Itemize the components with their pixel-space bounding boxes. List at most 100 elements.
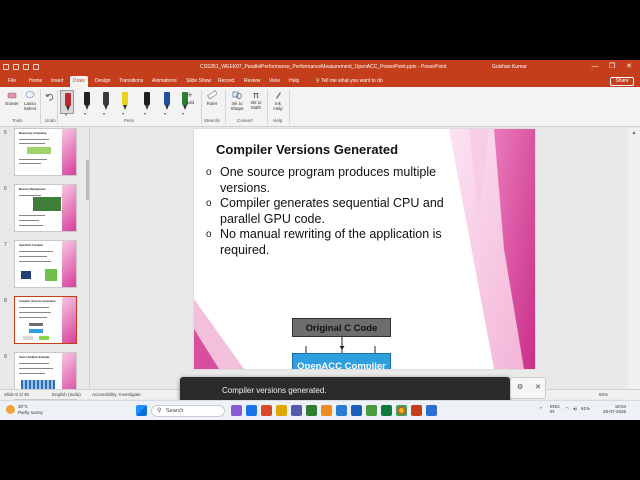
tab-draw[interactable]: Draw	[70, 76, 88, 87]
pen-body	[164, 92, 170, 105]
tab-record[interactable]: Record	[218, 78, 234, 84]
slide-thumbnail[interactable]: OpenACC Compiler	[14, 240, 77, 288]
tray-chevron-icon[interactable]: ^	[540, 406, 542, 411]
tab-review[interactable]: Review	[244, 78, 260, 84]
tab-slide-show[interactable]: Slide Show	[186, 78, 211, 84]
store-icon[interactable]	[306, 405, 317, 416]
ink-to-shape-icon	[232, 91, 242, 99]
pen-dropdown-icon[interactable]: ▾	[84, 111, 86, 116]
pen-dropdown-icon[interactable]: ▾	[65, 112, 67, 117]
group-separator	[289, 90, 290, 124]
tab-insert[interactable]: Insert	[51, 78, 64, 84]
zoom-level[interactable]: 65%	[599, 392, 608, 397]
tab-design[interactable]: Design	[95, 78, 111, 84]
thumbnail-text-line	[19, 373, 45, 375]
thumbnail-figure	[23, 336, 33, 340]
search-icon: ⚲	[157, 408, 162, 414]
toast-close-icon[interactable]: ✕	[535, 383, 541, 391]
ink-to-shape-button[interactable]: Ink to Shape	[228, 90, 246, 111]
slide-scrollbar[interactable]: ▲	[628, 128, 640, 409]
start-button-icon[interactable]	[136, 405, 147, 416]
autosave-icon[interactable]	[3, 64, 9, 70]
tell-me-search[interactable]: ⚲ Tell me what you want to do	[316, 78, 383, 84]
folder-icon[interactable]	[276, 405, 287, 416]
pen-3[interactable]: ▾	[99, 90, 113, 116]
redo-icon[interactable]	[33, 64, 39, 70]
word-icon[interactable]	[351, 405, 362, 416]
save-icon[interactable]	[13, 64, 19, 70]
maps-icon[interactable]	[366, 405, 377, 416]
pen-5[interactable]: ▾	[140, 90, 154, 116]
slide-thumbnail[interactable]: Memory Management	[14, 184, 77, 232]
chrome-icon[interactable]	[396, 405, 407, 416]
slide-thumbnail-selected[interactable]: Compiler Versions Generated	[14, 296, 77, 344]
taskbar-search[interactable]: ⚲ Search	[151, 405, 225, 417]
pen-tip	[104, 105, 108, 110]
minimize-button[interactable]: —	[590, 62, 600, 72]
eraser-button[interactable]: Eraser	[4, 90, 20, 106]
pen-body	[122, 92, 128, 105]
slide-thumbnail[interactable]: Measuring Computing	[14, 128, 77, 176]
close-button[interactable]: ✕	[624, 62, 634, 72]
group-separator	[40, 90, 41, 124]
battery-percent[interactable]: 61%	[581, 406, 590, 411]
thumbnails-scrollbar[interactable]	[86, 130, 89, 408]
language-indicator-taskbar[interactable]: ENG IN	[550, 404, 560, 414]
add-pen-button[interactable]: + Add	[184, 91, 196, 106]
outlook-icon[interactable]	[426, 405, 437, 416]
scroll-up-icon[interactable]: ▲	[628, 130, 640, 136]
pen-dropdown-icon[interactable]: ▾	[164, 111, 166, 116]
undo-icon	[45, 93, 53, 101]
share-button[interactable]: Share	[610, 77, 634, 86]
teams-icon[interactable]	[291, 405, 302, 416]
ink-to-math-button[interactable]: π Ink to Math	[247, 90, 265, 110]
toast-settings-icon[interactable]: ⚙	[517, 383, 523, 391]
tab-home[interactable]: Home	[29, 78, 42, 84]
stencils-group-label: Stencils	[204, 118, 220, 123]
powerpoint-screen: CSS351_WEEK07_ParallelPerformance_Perfor…	[0, 60, 640, 420]
thumbnail-figure	[29, 323, 43, 326]
powerpoint-icon[interactable]	[411, 405, 422, 416]
group-separator	[57, 90, 58, 124]
thumbnail-text-line	[19, 363, 49, 365]
pen-dropdown-icon[interactable]: ▾	[103, 111, 105, 116]
task-view-icon[interactable]	[231, 405, 242, 416]
ruler-button[interactable]: Ruler	[204, 90, 220, 106]
pen-body	[65, 93, 71, 106]
undo-button[interactable]	[43, 92, 55, 102]
restore-button[interactable]: ❐	[607, 62, 617, 72]
accessibility-indicator[interactable]: Accessibility: Investigate	[92, 392, 141, 397]
tab-help[interactable]: Help	[289, 78, 299, 84]
thumbnails-scroll-thumb[interactable]	[86, 160, 89, 200]
pen-6[interactable]: ▾	[160, 90, 174, 116]
excel-icon[interactable]	[381, 405, 392, 416]
clock[interactable]: 18:04 25-07-2026	[603, 404, 626, 414]
wifi-icon[interactable]: ◠	[565, 406, 569, 411]
pen-dropdown-icon[interactable]: ▾	[122, 111, 124, 116]
language-indicator[interactable]: English (India)	[52, 392, 81, 397]
tab-view[interactable]: View	[269, 78, 280, 84]
slide-canvas[interactable]: Compiler Versions Generated o One source …	[194, 129, 535, 369]
brave-icon[interactable]	[321, 405, 332, 416]
pen-dropdown-icon[interactable]: ▾	[144, 111, 146, 116]
user-name[interactable]: Gulshan Kumar	[492, 64, 527, 70]
lasso-select-label: Lasso Select	[23, 101, 37, 111]
volume-icon[interactable]: ◂)	[573, 406, 577, 411]
quick-access-toolbar	[3, 64, 39, 70]
undo-icon[interactable]	[23, 64, 29, 70]
tab-animations[interactable]: Animations	[152, 78, 177, 84]
lasso-select-button[interactable]: Lasso Select	[22, 90, 38, 111]
openacc-compiler-box: OpenACC Compiler	[292, 353, 391, 369]
tab-transitions[interactable]: Transitions	[119, 78, 143, 84]
ink-to-math-label: Ink to Math	[250, 100, 262, 110]
edge-icon[interactable]	[336, 405, 347, 416]
tab-file[interactable]: File	[8, 78, 16, 84]
pen-4[interactable]: ▾	[118, 90, 132, 116]
ribbon-tabs: File Home Insert Draw Design Transitions…	[0, 75, 640, 87]
pen-dropdown-icon[interactable]: ▾	[182, 111, 184, 116]
ink-help-button[interactable]: Ink Help	[270, 90, 286, 111]
mail-icon[interactable]	[261, 405, 272, 416]
pen-1[interactable]: ▾	[60, 90, 74, 117]
file-explorer-icon[interactable]	[246, 405, 257, 416]
pen-2[interactable]: ▾	[80, 90, 94, 116]
